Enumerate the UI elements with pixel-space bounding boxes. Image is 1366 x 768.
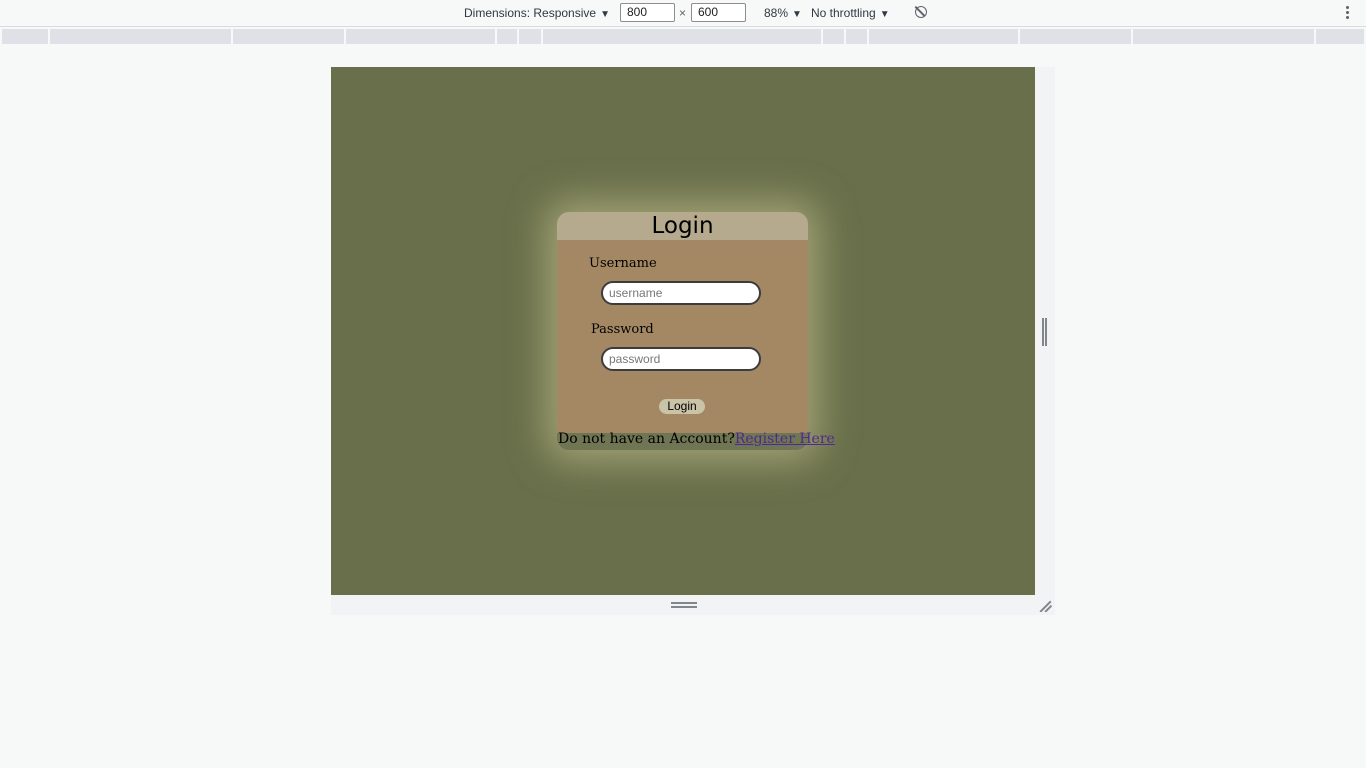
right-resize-handle[interactable] (1042, 318, 1048, 346)
username-label: Username (589, 256, 657, 271)
throttling-dropdown[interactable]: No throttling ▼ (811, 0, 890, 26)
zoom-label: 88% (764, 6, 789, 20)
device-toolbar: Dimensions: Responsive ▼ 800 × 600 88% ▼ N… (0, 0, 1366, 27)
kebab-icon[interactable] (1341, 5, 1353, 21)
login-card: Login Username username Password passwor… (557, 212, 808, 450)
password-label: Password (591, 322, 654, 337)
register-prompt-text: Do not have an Account? (558, 431, 735, 447)
page-viewport: Login Username username Password passwor… (331, 67, 1035, 595)
dimensions-label: Dimensions: Responsive (464, 6, 597, 20)
dimensions-dropdown[interactable]: Dimensions: Responsive ▼ (464, 0, 610, 26)
login-title: Login (557, 212, 808, 241)
height-input[interactable]: 600 (691, 3, 746, 22)
chevron-down-icon: ▼ (879, 9, 890, 20)
chevron-down-icon: ▼ (600, 9, 610, 20)
times-sign: × (679, 6, 687, 20)
width-input[interactable]: 800 (620, 3, 675, 22)
register-link[interactable]: Register Here (735, 431, 835, 447)
chevron-down-icon: ▼ (792, 9, 802, 20)
throttling-label: No throttling (811, 6, 876, 20)
rotate-icon[interactable] (915, 6, 927, 18)
username-input[interactable]: username (601, 281, 761, 305)
media-query-ruler[interactable] (2, 29, 1364, 44)
password-input[interactable]: password (601, 347, 761, 371)
bottom-resize-handle[interactable] (671, 602, 697, 610)
login-button[interactable]: Login (659, 399, 705, 414)
corner-resize-handle[interactable] (1038, 598, 1052, 612)
zoom-dropdown[interactable]: 88% ▼ (764, 0, 802, 26)
register-prompt: Do not have an Account?Register Here (558, 431, 835, 447)
